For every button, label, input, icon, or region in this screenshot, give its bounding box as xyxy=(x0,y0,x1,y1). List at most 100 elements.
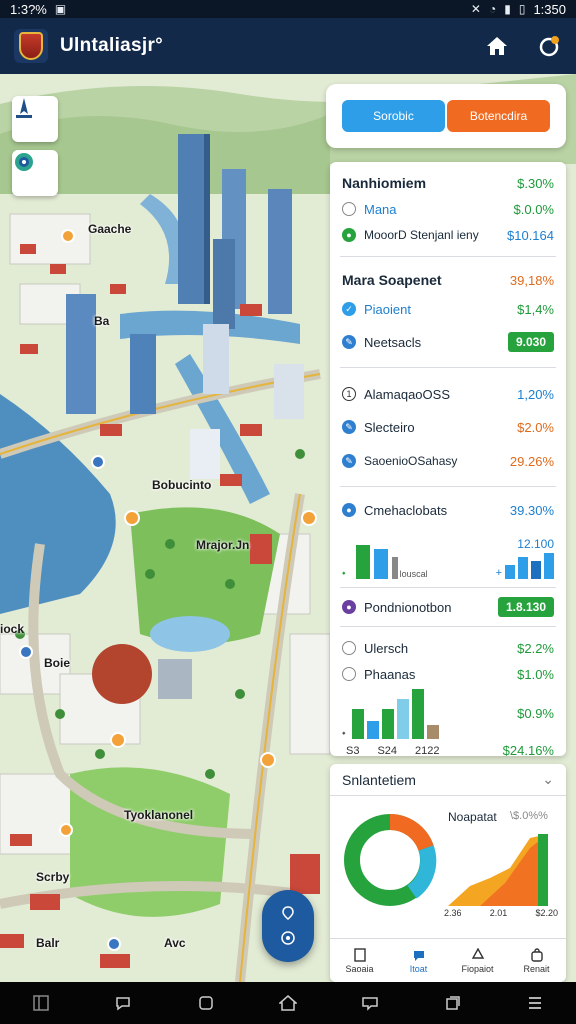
map-label: Balr xyxy=(36,936,60,950)
map-label: Tyoklanonel xyxy=(124,808,194,822)
chart-bar xyxy=(366,721,379,739)
home-nav-button[interactable] xyxy=(274,989,302,1017)
stat-row[interactable]: ✎ Slecteiro $2.0% xyxy=(342,410,554,444)
square-icon xyxy=(198,996,213,1010)
summary-title: Snlantetiem xyxy=(342,771,416,788)
mini-bar-chart: ⬩ louscal 12.100 + xyxy=(342,537,554,579)
chart-bar xyxy=(351,709,364,739)
stats-section: Ulersch $2.2% Phaanas $1.0% ⬩ $0.9% S3 S… xyxy=(340,627,556,758)
sidebar-toggle-button[interactable] xyxy=(27,989,55,1017)
chart-bar xyxy=(518,557,528,579)
axis-label: S24 xyxy=(377,744,398,757)
signal-icon: ▮ xyxy=(504,2,511,16)
radio-icon xyxy=(342,667,356,681)
mini-bar-chart: ⬩ $0.9% xyxy=(342,687,554,739)
chart-total: $24.16% xyxy=(502,743,554,758)
stat-row[interactable]: ● Cmehaclobats 39.30% xyxy=(342,497,554,523)
chevron-down-icon[interactable]: ⌄ xyxy=(542,771,554,788)
locate-icon xyxy=(281,931,295,945)
bell-icon xyxy=(539,36,559,57)
stats-card: Nanhiomiem $.30% Mana $.0.0% ● MooorD St… xyxy=(330,162,566,758)
tab-itoat[interactable]: Itoat xyxy=(389,939,448,982)
app-title: Ulntaliasjr° xyxy=(60,35,164,56)
check-icon: ✓ xyxy=(342,302,356,316)
pin-icon xyxy=(282,906,294,920)
chart-value: $0.9% xyxy=(517,705,554,721)
stat-row[interactable]: 1 AlamaqaoOSS 1,20% xyxy=(342,378,554,410)
stat-row[interactable]: ✎ SaoenioOSahasy 29.26% xyxy=(342,444,554,478)
edit-icon: ✎ xyxy=(342,454,356,468)
radio-icon xyxy=(342,641,356,655)
chart-bar xyxy=(505,565,515,579)
summary-right-value: \$.0%% xyxy=(510,810,548,822)
stat-row[interactable]: ● Pondnionotbon 1.8.130 xyxy=(342,594,554,620)
chat-icon xyxy=(413,950,424,961)
map-label: Ba xyxy=(94,314,110,328)
location-fab[interactable] xyxy=(262,890,314,962)
stats-section: 1 AlamaqaoOSS 1,20% ✎ Slecteiro $2.0% ✎ … xyxy=(340,368,556,487)
layers-button[interactable] xyxy=(12,150,58,196)
tab-botencdira[interactable]: Botencdira xyxy=(447,100,550,132)
map-label: Scrby xyxy=(36,870,70,884)
globe-icon xyxy=(15,153,33,171)
overview-button[interactable] xyxy=(192,989,220,1017)
map-label: Avc xyxy=(164,936,186,950)
wifi-icon: ◔ xyxy=(488,2,497,16)
home-button[interactable] xyxy=(484,33,510,59)
map-label: Mrajor.Jn xyxy=(196,538,250,552)
check-circle-icon: ● xyxy=(342,228,356,242)
status-clock: 1:350 xyxy=(533,1,566,17)
home-icon xyxy=(487,37,507,55)
stat-row[interactable]: Mana $.0.0% xyxy=(342,196,554,222)
back-button[interactable] xyxy=(109,989,137,1017)
stats-section: Nanhiomiem $.30% Mana $.0.0% ● MooorD St… xyxy=(340,162,556,257)
circle-icon: ● xyxy=(342,600,356,614)
recents-button[interactable] xyxy=(439,989,467,1017)
app-logo xyxy=(14,29,48,63)
notifications-button[interactable] xyxy=(536,33,562,59)
stat-row[interactable]: Mara Soapenet 39,18% xyxy=(342,267,554,293)
circle-icon: ● xyxy=(342,503,356,517)
chart-bar xyxy=(391,557,398,579)
chart-bar xyxy=(373,549,388,579)
axis-label: S3 xyxy=(346,744,360,757)
map-label: Bobucinto xyxy=(152,478,212,492)
stat-row[interactable]: Phaanas $1.0% xyxy=(342,661,554,687)
status-time: 1:3?% xyxy=(10,1,47,17)
chart-bar xyxy=(544,553,554,579)
stat-row[interactable]: ✎ Neetsacls 9.030 xyxy=(342,325,554,359)
chart-bar xyxy=(381,709,394,739)
compass-button[interactable] xyxy=(12,96,58,142)
summary-tabs: Saoaia Itoat Fiopaiot Renait xyxy=(330,938,566,982)
tab-renait[interactable]: Renait xyxy=(507,939,566,982)
axis-label: 2122 xyxy=(415,744,440,757)
radio-icon xyxy=(342,202,356,216)
tab-fiopaiot[interactable]: Fiopaiot xyxy=(448,939,507,982)
chart-value: 12.100 xyxy=(517,537,554,551)
app-bar: Ulntaliasjr° xyxy=(0,18,576,74)
stat-row[interactable]: Nanhiomiem $.30% xyxy=(342,170,554,196)
map-label: Boie xyxy=(44,656,71,670)
menu-icon xyxy=(528,997,541,1009)
chart-bar xyxy=(531,561,541,579)
tab-saoaia[interactable]: Saoaia xyxy=(330,939,389,982)
tab-sorobic[interactable]: Sorobic xyxy=(342,100,445,132)
stats-section: ● Cmehaclobats 39.30% ⬩ louscal 12.100 + xyxy=(340,487,556,588)
stat-row[interactable]: ● MooorD Stenjanl ieny $10.164 xyxy=(342,222,554,248)
notification-icon: ▣ xyxy=(54,2,67,16)
panel-tabs: Sorobic Botencdira xyxy=(326,84,566,148)
menu-button[interactable] xyxy=(521,989,549,1017)
navigation-arrow-icon xyxy=(16,98,32,118)
chart-bar xyxy=(355,545,370,579)
chart-bar xyxy=(426,725,439,739)
message-button[interactable] xyxy=(356,989,384,1017)
summary-header[interactable]: Snlantetiem ⌄ xyxy=(330,764,566,796)
battery-icon: ▯ xyxy=(518,2,526,16)
map-label: Gaache xyxy=(88,222,132,236)
summary-card: Snlantetiem ⌄ Noapatat \$.0%% 2.36 2.01 … xyxy=(330,764,566,982)
recycle-icon xyxy=(471,947,484,959)
stat-row[interactable]: ✓ Piaoient $1,4% xyxy=(342,293,554,325)
stat-row[interactable]: Ulersch $2.2% xyxy=(342,635,554,661)
mute-icon: ✕ xyxy=(470,2,481,16)
bag-icon xyxy=(530,947,543,962)
